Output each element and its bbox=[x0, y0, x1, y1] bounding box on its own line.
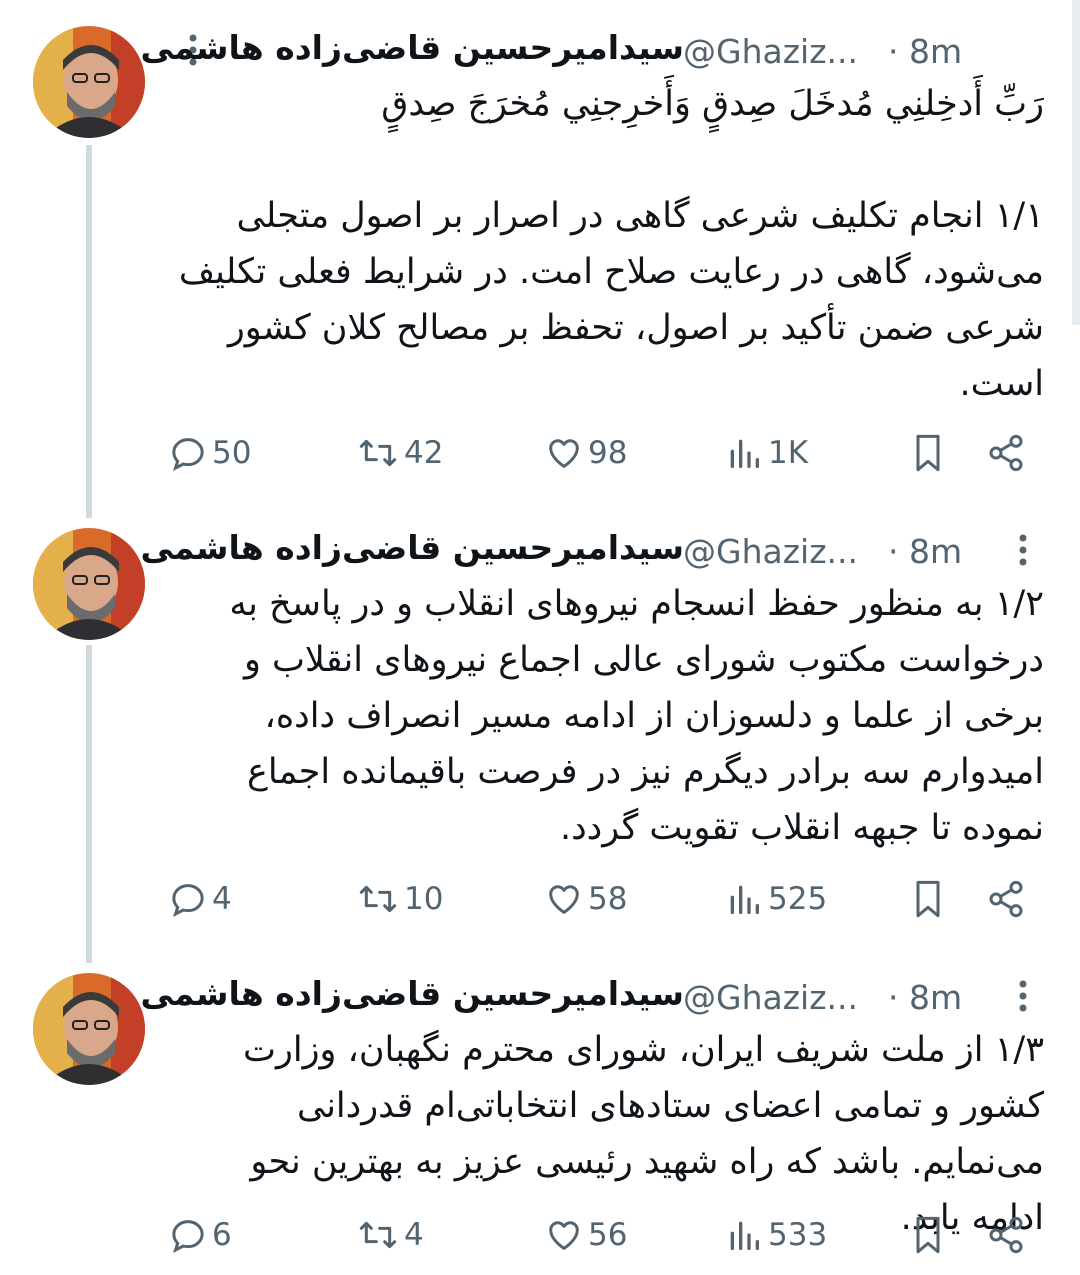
share-icon bbox=[989, 434, 1023, 472]
views-count: 533 bbox=[768, 1217, 828, 1253]
share-button[interactable] bbox=[986, 1210, 1026, 1260]
author-handle[interactable]: @Ghaziz... bbox=[683, 532, 858, 571]
views-icon bbox=[730, 439, 759, 468]
bookmark-button[interactable] bbox=[908, 874, 948, 924]
avatar[interactable] bbox=[33, 26, 145, 138]
retweet-icon bbox=[359, 439, 397, 467]
retweet-count: 4 bbox=[404, 1217, 424, 1253]
reply-button[interactable]: 6 bbox=[168, 1210, 232, 1260]
share-button[interactable] bbox=[986, 428, 1026, 478]
author-name[interactable]: سیدامیرحسین قاضی‌زاده هاشمی bbox=[141, 528, 684, 567]
like-icon bbox=[549, 439, 579, 468]
like-icon bbox=[549, 885, 579, 914]
timestamp[interactable]: · 8m bbox=[888, 978, 962, 1017]
like-button[interactable]: 56 bbox=[544, 1210, 627, 1260]
reply-count: 6 bbox=[212, 1217, 232, 1253]
views-count: 525 bbox=[768, 881, 828, 917]
share-icon bbox=[989, 880, 1023, 918]
retweet-count: 10 bbox=[404, 881, 444, 917]
tweet-header: · 8m @Ghaziz... سیدامیرحسین قاضی‌زاده ها… bbox=[141, 970, 1044, 1020]
action-bar: 50 42 98 1K bbox=[168, 428, 1040, 478]
bookmark-icon bbox=[916, 1216, 940, 1254]
share-icon bbox=[989, 1216, 1023, 1254]
reply-button[interactable]: 50 bbox=[168, 428, 251, 478]
retweet-button[interactable]: 10 bbox=[356, 874, 443, 924]
reply-button[interactable]: 4 bbox=[168, 874, 232, 924]
timestamp[interactable]: · 8m bbox=[888, 532, 962, 571]
views-count: 1K bbox=[768, 435, 809, 471]
timestamp[interactable]: · 8m bbox=[888, 32, 962, 71]
like-count: 58 bbox=[588, 881, 628, 917]
scrollbar[interactable] bbox=[1072, 0, 1080, 325]
reply-count: 50 bbox=[212, 435, 252, 471]
reply-count: 4 bbox=[212, 881, 232, 917]
thread-line bbox=[86, 145, 92, 518]
tweet-text: ۱/۲ به منظور حفظ انسجام نیروهای انقلاب و… bbox=[218, 584, 1044, 848]
action-bar: 6 4 56 533 bbox=[168, 1210, 1040, 1260]
bookmark-icon bbox=[916, 880, 940, 918]
like-button[interactable]: 58 bbox=[544, 874, 627, 924]
bookmark-icon bbox=[916, 434, 940, 472]
retweet-icon bbox=[359, 1221, 397, 1249]
avatar[interactable] bbox=[33, 973, 145, 1085]
retweet-button[interactable]: 42 bbox=[356, 428, 443, 478]
like-icon bbox=[549, 1221, 579, 1250]
reply-icon bbox=[172, 884, 204, 917]
reply-icon bbox=[172, 438, 204, 471]
reply-icon bbox=[172, 1220, 204, 1253]
bookmark-button[interactable] bbox=[908, 1210, 948, 1260]
share-button[interactable] bbox=[986, 874, 1026, 924]
views-button[interactable]: 533 bbox=[724, 1210, 827, 1260]
like-count: 98 bbox=[588, 435, 628, 471]
bookmark-button[interactable] bbox=[908, 428, 948, 478]
retweet-button[interactable]: 4 bbox=[356, 1210, 424, 1260]
like-count: 56 bbox=[588, 1217, 628, 1253]
tweet-header: · 8m @Ghaziz... سیدامیرحسین قاضی‌زاده ها… bbox=[141, 524, 1044, 574]
author-name[interactable]: سیدامیرحسین قاضی‌زاده هاشمی bbox=[141, 28, 684, 67]
views-icon bbox=[730, 885, 759, 914]
author-handle[interactable]: @Ghaziz... bbox=[683, 32, 858, 71]
like-button[interactable]: 98 bbox=[544, 428, 627, 478]
retweet-icon bbox=[359, 885, 397, 913]
tweet-header: · 8m @Ghaziz... سیدامیرحسین قاضی‌زاده ها… bbox=[141, 24, 1044, 74]
views-icon bbox=[730, 1221, 759, 1250]
retweet-count: 42 bbox=[404, 435, 444, 471]
avatar[interactable] bbox=[33, 528, 145, 640]
more-icon[interactable] bbox=[998, 530, 1048, 570]
views-button[interactable]: 1K bbox=[724, 428, 808, 478]
views-button[interactable]: 525 bbox=[724, 874, 827, 924]
author-handle[interactable]: @Ghaziz... bbox=[683, 978, 858, 1017]
action-bar: 4 10 58 525 bbox=[168, 874, 1040, 924]
tweet-text: رَبِّ أَدخِلنِي مُدخَلَ صِدقٍ وَأَخرِجنِ… bbox=[178, 84, 1044, 404]
author-name[interactable]: سیدامیرحسین قاضی‌زاده هاشمی bbox=[141, 974, 684, 1013]
thread-line bbox=[86, 645, 92, 963]
more-icon[interactable] bbox=[998, 976, 1048, 1016]
